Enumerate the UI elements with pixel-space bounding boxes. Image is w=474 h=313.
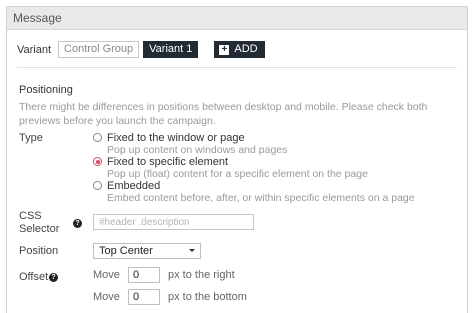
position-select-value: Top Center (99, 245, 153, 257)
add-variant-label: ADD (234, 43, 258, 55)
radio-fixed-element[interactable] (93, 157, 102, 166)
option-fixed-window-title: Fixed to the window or page (107, 132, 245, 144)
radio-embedded[interactable] (93, 181, 102, 190)
position-select[interactable]: Top Center (93, 243, 201, 259)
divider (17, 67, 457, 68)
offset-x-move-label: Move (93, 269, 120, 281)
offset-y-unit: px to the bottom (168, 291, 247, 303)
radio-fixed-window[interactable] (93, 133, 102, 142)
option-embedded-desc: Embed content before, after, or within s… (107, 192, 415, 204)
option-embedded-title: Embedded (107, 180, 161, 192)
offset-label: Offset (19, 271, 49, 283)
option-fixed-window-desc: Pop up content on windows and pages (107, 144, 288, 156)
variant-1-button[interactable]: Variant 1 (143, 41, 199, 58)
offset-x-input[interactable] (128, 267, 160, 283)
css-selector-input[interactable] (93, 214, 254, 230)
option-fixed-element-desc: Pop up (float) content for a specific el… (107, 168, 368, 180)
panel-title: Message (7, 7, 467, 30)
offset-x-unit: px to the right (168, 269, 235, 281)
plus-icon: + (219, 44, 230, 55)
variant-control-group-button[interactable]: Control Group (58, 41, 140, 58)
css-selector-label-line1: CSS (19, 210, 42, 222)
chevron-down-icon (189, 249, 195, 252)
add-variant-button[interactable]: + ADD (214, 41, 265, 58)
offset-y-input[interactable] (128, 289, 160, 305)
type-label: Type (19, 132, 43, 144)
offset-y-move-label: Move (93, 291, 120, 303)
variant-label: Variant (17, 43, 52, 56)
option-fixed-element-title: Fixed to specific element (107, 156, 229, 168)
message-panel: Message Variant Control Group Variant 1 … (6, 6, 468, 313)
positioning-description: There might be differences in positions … (19, 101, 428, 127)
variant-selector: Variant Control Group Variant 1 + ADD (17, 41, 265, 58)
positioning-title: Positioning (19, 84, 73, 96)
position-label: Position (19, 245, 59, 257)
offset-help-icon[interactable]: ? (49, 273, 58, 282)
css-selector-label-line2: Selector (19, 223, 60, 235)
css-selector-help-icon[interactable]: ? (73, 219, 82, 228)
